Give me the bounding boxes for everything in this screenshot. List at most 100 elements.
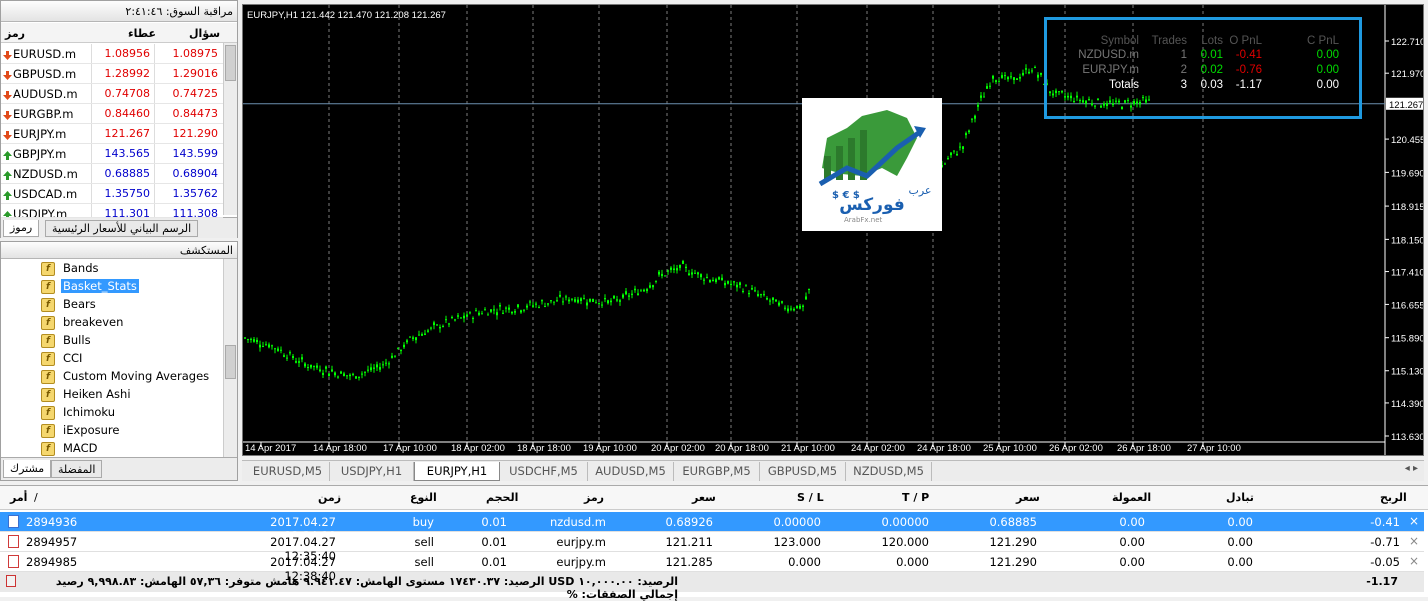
scroll-thumb[interactable] — [225, 345, 236, 379]
navigator-indicator-item[interactable]: f Basket_Stats — [39, 278, 223, 296]
indicator-icon: f — [41, 334, 55, 348]
col-current-price[interactable]: سعر — [1016, 491, 1040, 504]
arabfx-logo: $ € $ فوركس عرب ArabFx.net — [802, 98, 942, 231]
tab-symbols[interactable]: رموز — [3, 220, 40, 237]
candle-body — [244, 337, 246, 339]
col-sl[interactable]: S / L — [797, 491, 824, 504]
tab-favorites[interactable]: المفضلة — [51, 460, 103, 478]
navigator-indicator-item[interactable]: f Custom Moving Averages — [39, 368, 223, 386]
market-watch-row[interactable]: NZDUSD.m 0.68885 0.68904 — [1, 164, 223, 184]
market-watch-row[interactable]: USDCAD.m 1.35750 1.35762 — [1, 184, 223, 204]
navigator-indicator-item[interactable]: f iExposure — [39, 422, 223, 440]
market-watch-row[interactable]: GBPJPY.m 143.565 143.599 — [1, 144, 223, 164]
navigator-indicator-item[interactable]: f Ichimoku — [39, 404, 223, 422]
chart-tab[interactable]: EURGBP,M5 — [674, 462, 760, 481]
candle-body — [523, 309, 525, 311]
candle-body — [373, 367, 375, 369]
candle-body — [337, 376, 339, 378]
navigator-indicator-item[interactable]: f Bulls — [39, 332, 223, 350]
trade-row[interactable]: 2894936 2017.04.27 12:34:18 buy 0.01 nzdusd.… — [0, 512, 1424, 543]
navigator-indicator-item[interactable]: f MACD — [39, 440, 223, 458]
col-swap[interactable]: تبادل — [1226, 491, 1254, 504]
col-commission[interactable]: العمولة — [1112, 491, 1151, 504]
trade-volume: 0.01 — [481, 515, 507, 529]
navigator-scrollbar[interactable] — [223, 259, 237, 457]
col-volume[interactable]: الحجم — [486, 491, 518, 504]
candle-body — [484, 309, 486, 311]
candle-body — [721, 277, 723, 281]
chart-tab[interactable]: GBPUSD,M5 — [760, 462, 846, 481]
candle-body — [616, 299, 618, 301]
navigator-indicator-item[interactable]: f breakeven — [39, 314, 223, 332]
trade-price: 121.285 — [665, 555, 713, 569]
time-tick-label: 14 Apr 18:00 — [313, 443, 367, 454]
trade-row[interactable]: 2894957 2017.04.27 12:35:40 sell 0.01 eurjpy… — [0, 532, 1424, 563]
candle-body — [607, 300, 609, 304]
col-time[interactable]: زمن — [318, 491, 341, 504]
candle-body — [1019, 76, 1021, 79]
price-chart[interactable]: 122.710 121.970 121.267 120.455 119.690 118.9… — [242, 4, 1424, 456]
close-order-icon[interactable]: × — [1409, 534, 1419, 548]
tab-main-chart[interactable]: الرسم البياني للأسعار الرئيسية — [45, 220, 199, 237]
chart-tab[interactable]: AUDUSD,M5 — [588, 462, 674, 481]
bid-price: 0.68885 — [91, 164, 154, 183]
market-watch-row[interactable]: GBPUSD.m 1.28992 1.29016 — [1, 64, 223, 84]
candle-body — [950, 152, 952, 156]
symbol-name: EURGBP.m — [13, 107, 74, 121]
candle-body — [688, 273, 690, 276]
col-profit[interactable]: الربح — [1380, 491, 1407, 504]
col-type[interactable]: النوع — [410, 491, 437, 504]
price-tick-label: 113.630 — [1391, 432, 1423, 443]
market-watch-row[interactable]: EURJPY.m 121.267 121.290 — [1, 124, 223, 144]
market-watch-row[interactable]: EURUSD.m 1.08956 1.08975 — [1, 44, 223, 64]
indicator-label: Bears — [63, 297, 96, 311]
candle-body — [592, 298, 594, 302]
col-symbol-header[interactable]: رمز — [5, 27, 25, 40]
close-order-icon[interactable]: × — [1409, 514, 1419, 528]
market-watch-row[interactable]: USDJPY.m 111.301 111.308 — [1, 204, 223, 218]
basket-cell: 0.03 — [1200, 79, 1223, 91]
time-tick-label: 19 Apr 10:00 — [583, 443, 637, 454]
candle-body — [676, 268, 678, 271]
col-bid-header[interactable]: عطاء — [128, 27, 156, 40]
chart-tab[interactable]: NZDUSD,M5 — [846, 462, 932, 481]
basket-cell: 1 — [1180, 49, 1187, 61]
chart-tab[interactable]: EURUSD,M5 — [246, 462, 330, 481]
col-price[interactable]: سعر — [692, 491, 716, 504]
candle-body — [439, 327, 441, 329]
candle-body — [643, 289, 645, 292]
chart-tab[interactable]: USDJPY,H1 — [330, 462, 414, 481]
navigator-indicator-item[interactable]: f Heiken Ashi — [39, 386, 223, 404]
time-tick-label: 26 Apr 18:00 — [1117, 443, 1171, 454]
market-watch-scrollbar[interactable] — [223, 43, 237, 215]
chart-tab[interactable]: EURJPY,H1 — [414, 462, 500, 481]
market-watch-header: رمز عطاء سؤال — [1, 23, 237, 43]
tab-common[interactable]: مشترك — [3, 460, 52, 478]
close-order-icon[interactable]: × — [1409, 554, 1419, 568]
navigator-indicator-item[interactable]: f Bands — [39, 260, 223, 278]
candle-body — [619, 300, 621, 302]
market-watch-row[interactable]: EURGBP.m 0.84460 0.84473 — [1, 104, 223, 124]
navigator-indicator-item[interactable]: f Bears — [39, 296, 223, 314]
arrow-down-icon — [3, 90, 12, 100]
candle-body — [370, 367, 372, 371]
candle-body — [349, 374, 351, 377]
candle-body — [694, 272, 696, 274]
col-ask-header[interactable]: سؤال — [189, 27, 220, 40]
col-tp[interactable]: T / P — [902, 491, 929, 504]
candle-body — [727, 281, 729, 284]
candle-body — [529, 301, 531, 303]
market-watch-row[interactable]: AUDUSD.m 0.74708 0.74725 — [1, 84, 223, 104]
bid-price: 1.35750 — [91, 184, 154, 203]
col-order[interactable]: أمر — [10, 491, 27, 504]
navigator-indicator-item[interactable]: f CCI — [39, 350, 223, 368]
col-symbol[interactable]: رمز — [584, 491, 604, 504]
indicator-label: Basket_Stats — [61, 279, 139, 293]
chart-tab[interactable]: USDCHF,M5 — [500, 462, 588, 481]
symbol-name: EURJPY.m — [13, 127, 67, 141]
tabs-scroll-icon[interactable]: ◂ ▸ — [1405, 463, 1418, 474]
scroll-thumb[interactable] — [225, 45, 236, 81]
trade-row[interactable]: 2894985 2017.04.27 12:38:40 sell 0.01 eurjpy… — [0, 552, 1424, 583]
candle-body — [280, 349, 282, 351]
candle-body — [1016, 78, 1018, 80]
